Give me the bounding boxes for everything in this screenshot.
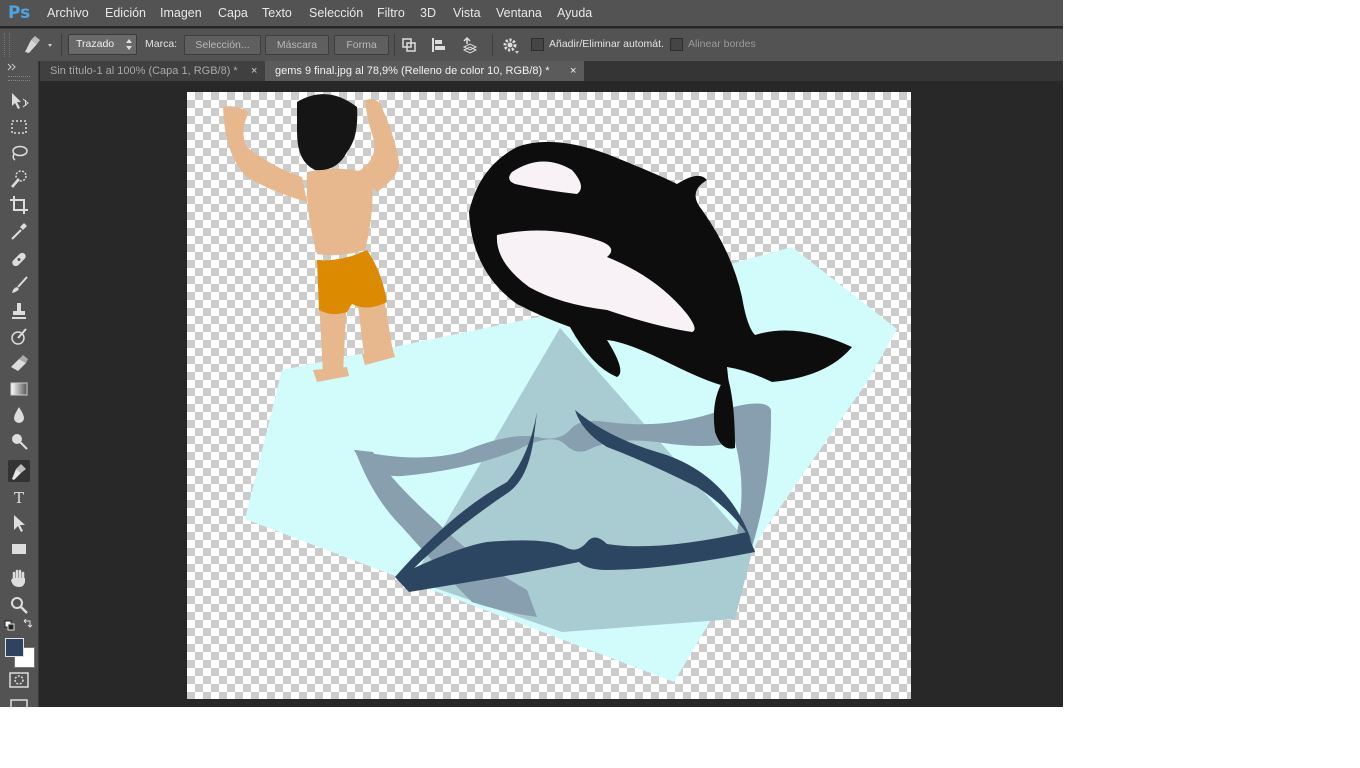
- move-icon: [12, 93, 29, 109]
- arrow-pointer-icon: [14, 515, 25, 532]
- collapse-arrows-icon[interactable]: [6, 63, 32, 71]
- quick-mask-icon[interactable]: [8, 672, 30, 688]
- make-label: Marca:: [145, 38, 178, 50]
- boy-head: [297, 94, 358, 171]
- boy-torso: [306, 168, 373, 256]
- eraser-tool[interactable]: [8, 352, 30, 374]
- rectangle-icon: [12, 544, 26, 554]
- move-tool[interactable]: [8, 90, 30, 112]
- default-swap-colors-icon[interactable]: [4, 619, 34, 631]
- mask-button[interactable]: Máscara: [265, 35, 329, 55]
- quick-selection-icon: [11, 170, 27, 188]
- drop-icon: [14, 407, 24, 423]
- align-edges-checkbox[interactable]: [670, 38, 683, 51]
- tool-preset-picker[interactable]: [20, 34, 56, 56]
- marquee-icon: [11, 120, 27, 134]
- history-brush-icon: [11, 328, 27, 345]
- type-tool[interactable]: T: [8, 486, 30, 508]
- close-tab-icon[interactable]: ×: [251, 61, 257, 81]
- photoshop-logo: Ps: [8, 3, 31, 23]
- boy-left-arm: [223, 106, 307, 202]
- gradient-tool[interactable]: [8, 378, 30, 400]
- crop-icon: [10, 196, 28, 214]
- eyedropper-icon: [11, 223, 27, 240]
- separator: [394, 34, 395, 56]
- pen-icon: [12, 464, 26, 480]
- options-grip: [4, 33, 10, 57]
- menu-texto[interactable]: Texto: [262, 6, 292, 20]
- toolbar-grip: [8, 76, 30, 81]
- lasso-icon: [12, 145, 28, 161]
- type-icon: T: [14, 489, 24, 507]
- mode-select[interactable]: Trazado: [68, 34, 137, 55]
- align-edges-label: Alinear bordes: [688, 38, 756, 50]
- menu-vista[interactable]: Vista: [453, 6, 481, 20]
- menu-capa[interactable]: Capa: [218, 6, 248, 20]
- dodge-tool[interactable]: [8, 430, 30, 452]
- boy-shorts: [317, 250, 387, 315]
- menu-3d[interactable]: 3D: [420, 6, 436, 20]
- brush-icon: [12, 276, 28, 293]
- bandage-icon: [12, 252, 26, 267]
- eyedropper-tool[interactable]: [8, 220, 30, 242]
- menu-archivo[interactable]: Archivo: [47, 6, 89, 20]
- stamp-icon: [12, 303, 26, 319]
- path-selection-tool[interactable]: [8, 512, 30, 534]
- rectangle-tool[interactable]: [8, 538, 30, 560]
- blur-tool[interactable]: [8, 404, 30, 426]
- gradient-icon: [10, 382, 28, 396]
- zoom-tool[interactable]: [8, 594, 30, 616]
- path-alignment-icon[interactable]: [429, 35, 449, 55]
- canvas-area[interactable]: [40, 81, 1063, 707]
- artwork: [223, 94, 897, 682]
- separator: [492, 34, 493, 56]
- auto-add-delete-label: Añadir/Eliminar automát.: [549, 38, 664, 50]
- close-tab-icon[interactable]: ×: [570, 61, 576, 81]
- tab-title: Sin título-1 al 100% (Capa 1, RGB/8) *: [50, 65, 238, 77]
- path-operations-icon[interactable]: [399, 35, 419, 55]
- svg-text:T: T: [14, 489, 24, 507]
- menu-seleccion[interactable]: Selección: [309, 6, 363, 20]
- brush-tool[interactable]: [8, 274, 30, 296]
- tab-gems-9-final[interactable]: gems 9 final.jpg al 78,9% (Relleno de co…: [265, 61, 584, 81]
- pen-tool[interactable]: [8, 460, 30, 482]
- screen-mode-icon[interactable]: [8, 698, 30, 707]
- gear-icon[interactable]: [500, 35, 520, 55]
- auto-add-delete-checkbox[interactable]: [531, 38, 544, 51]
- marquee-tool[interactable]: [8, 116, 30, 138]
- mode-select-value: Trazado: [76, 38, 115, 50]
- dodge-icon: [12, 434, 28, 450]
- tab-title: gems 9 final.jpg al 78,9% (Relleno de co…: [275, 65, 550, 77]
- tools-panel: T: [0, 61, 39, 707]
- separator: [61, 34, 62, 56]
- menu-ayuda[interactable]: Ayuda: [557, 6, 592, 20]
- lasso-tool[interactable]: [8, 142, 30, 164]
- menu-bar: Ps Archivo Edición Imagen Capa Texto Sel…: [0, 0, 1063, 26]
- quick-selection-tool[interactable]: [8, 168, 30, 190]
- menu-filtro[interactable]: Filtro: [377, 6, 405, 20]
- document-tabs: Sin título-1 al 100% (Capa 1, RGB/8) * ×…: [40, 61, 1063, 81]
- menu-imagen[interactable]: Imagen: [160, 6, 202, 20]
- options-bar: Trazado Marca: Selección... Máscara Form…: [0, 28, 1063, 62]
- pen-icon: [25, 36, 52, 53]
- shape-button[interactable]: Forma: [334, 35, 389, 55]
- foreground-color-swatch[interactable]: [5, 638, 24, 657]
- hand-icon: [11, 569, 25, 587]
- menu-edicion[interactable]: Edición: [105, 6, 146, 20]
- eraser-icon: [11, 355, 28, 371]
- hand-tool[interactable]: [8, 568, 30, 590]
- history-brush-tool[interactable]: [8, 326, 30, 348]
- photoshop-window: Ps Archivo Edición Imagen Capa Texto Sel…: [0, 0, 1063, 707]
- updown-arrows-icon: [126, 39, 132, 50]
- path-arrangement-icon[interactable]: [460, 35, 480, 55]
- tab-sin-titulo[interactable]: Sin título-1 al 100% (Capa 1, RGB/8) * ×: [40, 61, 265, 81]
- healing-brush-tool[interactable]: [8, 248, 30, 270]
- clone-stamp-tool[interactable]: [8, 300, 30, 322]
- crop-tool[interactable]: [8, 194, 30, 216]
- magnifier-icon: [11, 597, 28, 614]
- document-canvas[interactable]: [187, 92, 911, 699]
- selection-button[interactable]: Selección...: [184, 35, 261, 55]
- menu-ventana[interactable]: Ventana: [496, 6, 542, 20]
